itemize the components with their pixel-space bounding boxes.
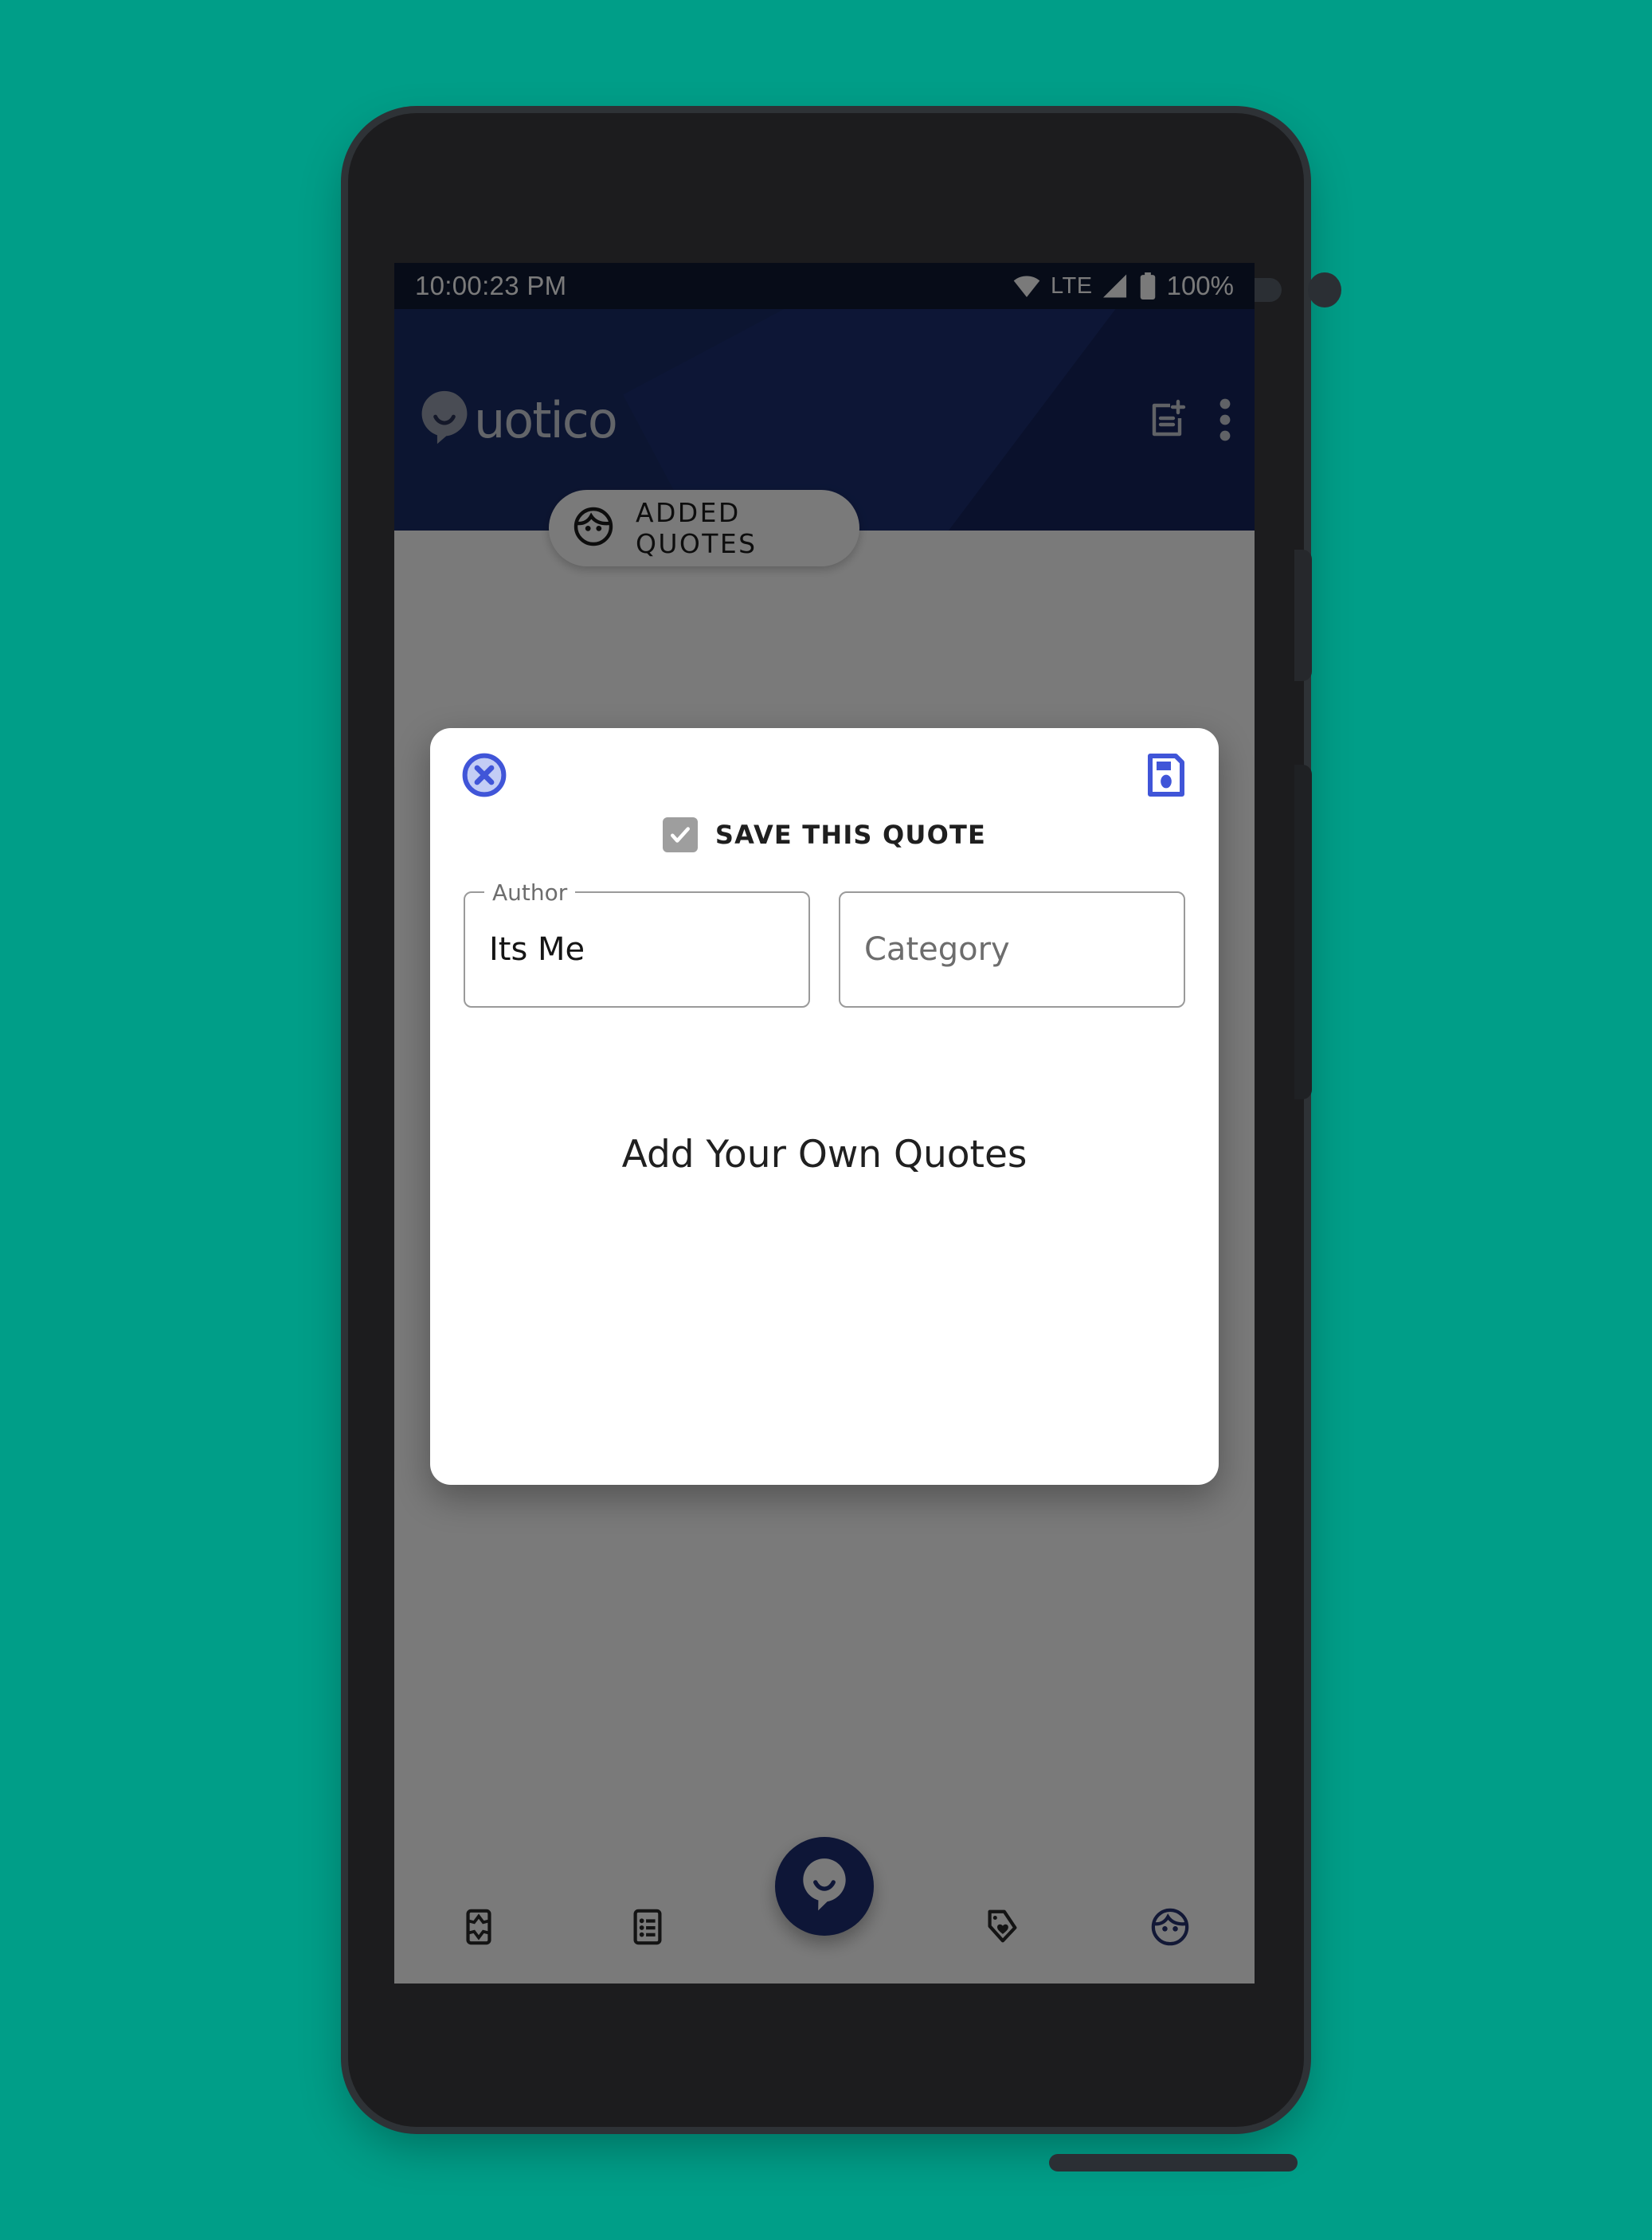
- author-field-label: Author: [484, 879, 576, 906]
- add-quote-dialog: SAVE THIS QUOTE Author Its Me Category A…: [430, 728, 1219, 1485]
- phone-screen: 10:00:23 PM LTE 100%: [394, 263, 1255, 1983]
- dialog-toolbar: [430, 728, 1219, 822]
- volume-button[interactable]: [1294, 765, 1312, 1099]
- author-field-value: Its Me: [489, 931, 585, 968]
- quote-text-input[interactable]: Add Your Own Quotes: [464, 1039, 1185, 1437]
- save-quote-checkbox-row[interactable]: SAVE THIS QUOTE: [430, 817, 1219, 852]
- quote-text-input-placeholder: Add Your Own Quotes: [621, 1133, 1028, 1177]
- screenshot-stage: 10:00:23 PM LTE 100%: [0, 0, 1652, 2240]
- category-field-placeholder: Category: [864, 931, 1010, 968]
- phone-chin-speaker: [1049, 2154, 1298, 2171]
- save-quote-checkbox[interactable]: [662, 817, 698, 852]
- dialog-fields-row: Author Its Me Category: [464, 879, 1185, 1008]
- save-floppy-icon[interactable]: [1145, 753, 1187, 797]
- power-button[interactable]: [1294, 550, 1312, 681]
- save-quote-checkbox-label: SAVE THIS QUOTE: [714, 820, 987, 850]
- close-circle-icon[interactable]: [462, 753, 507, 797]
- category-field[interactable]: Category: [839, 891, 1185, 1008]
- author-field[interactable]: Author Its Me: [464, 879, 810, 1008]
- proximity-sensor-icon: [1308, 272, 1341, 307]
